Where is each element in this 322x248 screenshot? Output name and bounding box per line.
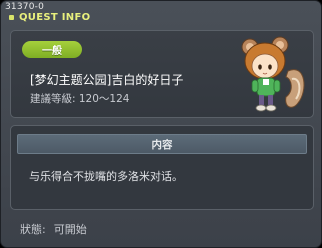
quest-type-badge: 一般: [22, 41, 82, 58]
window-title: QUEST INFO: [19, 12, 91, 23]
quest-status: 狀態: 可開始: [20, 221, 87, 237]
quest-summary-panel: 一般 [梦幻主题公园]吉白的好日子 建議等級: 120～124: [10, 30, 314, 118]
quest-content-panel: 内容 与乐得合不拢嘴的多洛米对话。: [10, 125, 314, 210]
status-value: 可開始: [53, 223, 87, 236]
squirrel-girl-npc-icon: [241, 36, 305, 112]
content-header: 内容: [17, 134, 307, 154]
status-label: 狀態:: [20, 223, 46, 236]
quest-id: 31370-0: [5, 2, 45, 12]
title-bar[interactable]: QUEST INFO: [9, 12, 90, 23]
title-marker-icon: [9, 15, 14, 20]
quest-name: [梦幻主题公园]吉白的好日子: [30, 73, 184, 87]
quest-description: 与乐得合不拢嘴的多洛米对话。: [29, 170, 183, 183]
quest-info-window: 31370-0 QUEST INFO 一般 [梦幻主题公园]吉白的好日子 建議等…: [0, 0, 322, 248]
level-requirement: 建議等級: 120～124: [30, 93, 130, 105]
